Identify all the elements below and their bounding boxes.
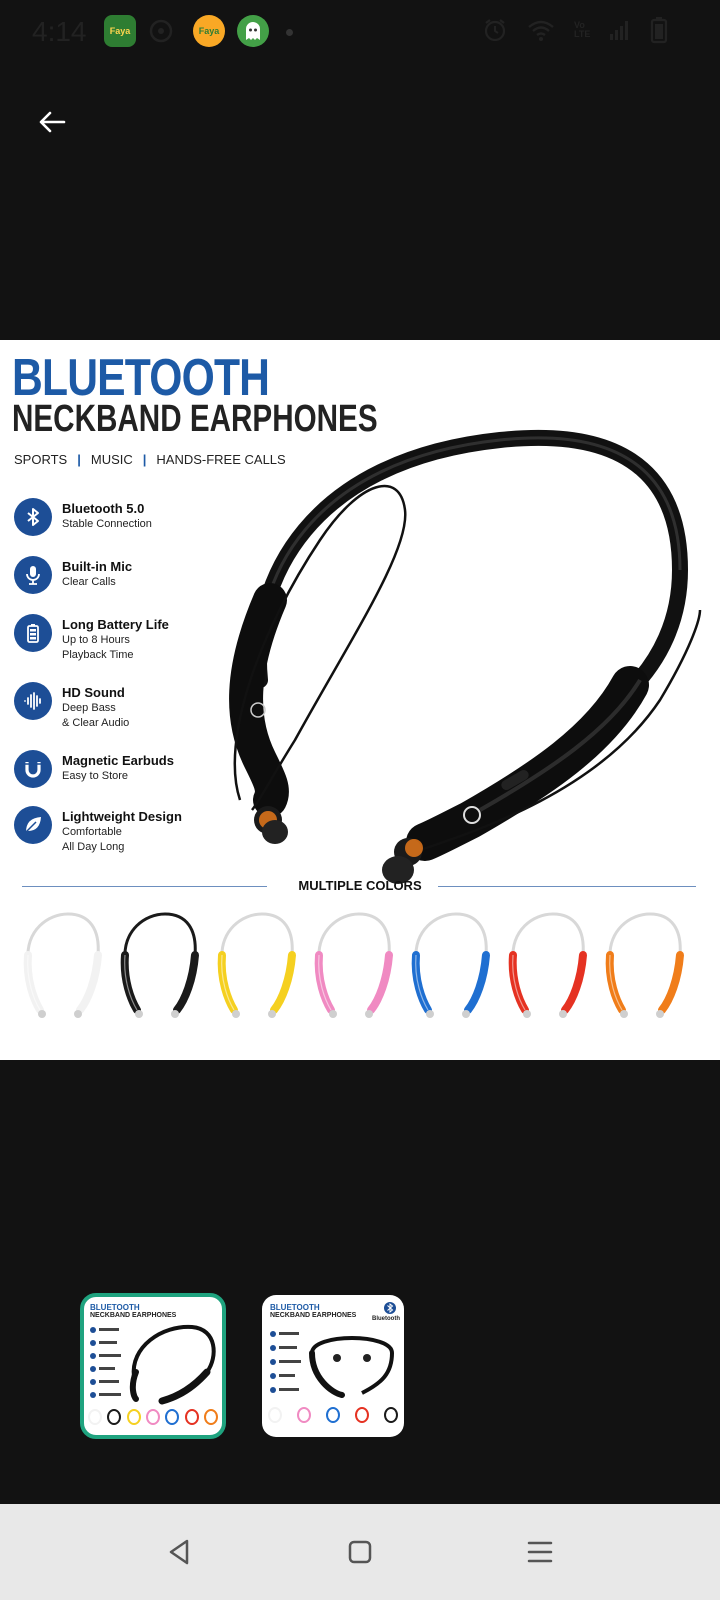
faya-app-icon: Faya: [104, 15, 136, 47]
feature-subtitle-2: & Clear Audio: [62, 717, 130, 729]
color-variant-6: [508, 912, 587, 1018]
chat-icon: [149, 19, 173, 43]
thumbnail-color-dot: [297, 1407, 311, 1423]
signal-icon: [610, 21, 628, 40]
back-button[interactable]: [30, 100, 74, 144]
thumbnail-color-dot: [145, 1409, 160, 1425]
tag-music: MUSIC: [90, 452, 133, 467]
nav-home-button[interactable]: [338, 1530, 382, 1574]
feature-subtitle: Stable Connection: [62, 518, 152, 530]
feature-subtitle: Easy to Store: [62, 770, 129, 782]
magnet-icon: [14, 750, 52, 788]
feature-hd-sound: HD Sound Deep Bass & Clear Audio: [14, 682, 129, 731]
thumbnail-colors: [88, 1409, 218, 1425]
feature-title: Bluetooth 5.0: [62, 501, 145, 516]
feature-title: Magnetic Earbuds: [62, 753, 174, 768]
square-home-icon: [348, 1540, 372, 1564]
thumbnail-2[interactable]: BLUETOOTH NECKBAND EARPHONES Bluetooth: [262, 1295, 404, 1437]
arrow-left-icon: [39, 111, 66, 133]
tag-separator: |: [77, 452, 81, 467]
color-variant-2: [120, 912, 199, 1018]
color-variant-7: [605, 912, 684, 1018]
color-variant-4: [314, 912, 393, 1018]
neckband-earphone-illustration: [229, 429, 702, 884]
feature-mic: Built-in Mic Clear Calls: [14, 556, 132, 594]
feature-subtitle: Comfortable: [62, 826, 122, 838]
thumbnail-subtitle: NECKBAND EARPHONES: [270, 1312, 357, 1319]
feature-subtitle: Up to 8 Hours: [62, 634, 130, 646]
thumbnail-color-dot: [384, 1407, 398, 1423]
thumbnail-colors: [268, 1407, 398, 1423]
thumbnail-title: BLUETOOTH: [270, 1303, 320, 1312]
color-variant-5: [411, 912, 490, 1018]
feature-title: Built-in Mic: [62, 559, 133, 574]
battery-status-icon: [650, 17, 668, 44]
thumbnail-color-dot: [107, 1409, 122, 1425]
feature-subtitle-2: Playback Time: [62, 649, 134, 661]
color-swatches: [18, 910, 708, 1025]
system-navigation-bar: [0, 1504, 720, 1600]
leaf-icon: [14, 806, 52, 844]
wifi-icon: [528, 20, 554, 41]
network-type-label: Vo LTE: [574, 20, 591, 39]
thumbnail-color-dot: [184, 1409, 199, 1425]
nav-back-button[interactable]: [158, 1530, 202, 1574]
feature-dots-icon: [270, 1331, 301, 1393]
faya-app-icon-2: Faya: [193, 15, 225, 47]
thumbnail-color-dot: [268, 1407, 282, 1423]
feature-title: Lightweight Design: [62, 809, 182, 824]
color-variant-1: [23, 912, 102, 1018]
sound-wave-icon: [14, 682, 52, 720]
bluetooth-badge-label: Bluetooth: [372, 1316, 400, 1322]
notification-dot: [286, 29, 293, 36]
product-image[interactable]: BLUETOOTH NECKBAND EARPHONES SPORTS | MU…: [0, 340, 720, 1060]
bluetooth-icon: [14, 498, 52, 536]
feature-magnetic: Magnetic Earbuds Easy to Store: [14, 750, 174, 788]
neckband-thumbnail-icon: [129, 1324, 216, 1405]
thumbnail-color-dot: [355, 1407, 369, 1423]
thumbnail-color-dot: [203, 1409, 218, 1425]
status-bar: 4:14 Faya Faya Vo LTE: [0, 0, 720, 64]
status-time: 4:14: [32, 16, 87, 47]
feature-bluetooth: Bluetooth 5.0 Stable Connection: [14, 498, 152, 536]
divider-right: [438, 886, 696, 887]
thumbnail-color-dot: [126, 1409, 141, 1425]
thumbnail-color-dot: [326, 1407, 340, 1423]
feature-title: Long Battery Life: [62, 617, 169, 632]
bluetooth-icon: [384, 1302, 396, 1314]
microphone-icon: [14, 556, 52, 594]
feature-title: HD Sound: [62, 685, 125, 700]
menu-icon: [527, 1541, 553, 1563]
thumbnail-1[interactable]: BLUETOOTH NECKBAND EARPHONES: [80, 1293, 226, 1439]
feature-subtitle: Clear Calls: [62, 576, 116, 588]
feature-lightweight: Lightweight Design Comfortable All Day L…: [14, 806, 182, 855]
neckband-thumbnail-icon: [309, 1336, 395, 1398]
image-thumbnails: BLUETOOTH NECKBAND EARPHONES BLUETOOTH N…: [0, 1293, 720, 1445]
nav-menu-button[interactable]: [518, 1530, 562, 1574]
alarm-icon: [484, 19, 506, 42]
triangle-back-icon: [169, 1539, 189, 1565]
thumbnail-color-dot: [165, 1409, 180, 1425]
tag-sports: SPORTS: [14, 452, 68, 467]
feature-battery: Long Battery Life Up to 8 Hours Playback…: [14, 614, 169, 663]
ghost-app-icon: [237, 15, 269, 47]
feature-subtitle: Deep Bass: [62, 702, 116, 714]
thumbnail-title: BLUETOOTH: [90, 1303, 140, 1312]
color-variant-3: [217, 912, 296, 1018]
feature-dots-icon: [90, 1327, 121, 1398]
feature-subtitle-2: All Day Long: [62, 841, 125, 853]
tag-separator: |: [142, 452, 147, 467]
battery-icon: [14, 614, 52, 652]
thumbnail-color-dot: [88, 1409, 102, 1425]
